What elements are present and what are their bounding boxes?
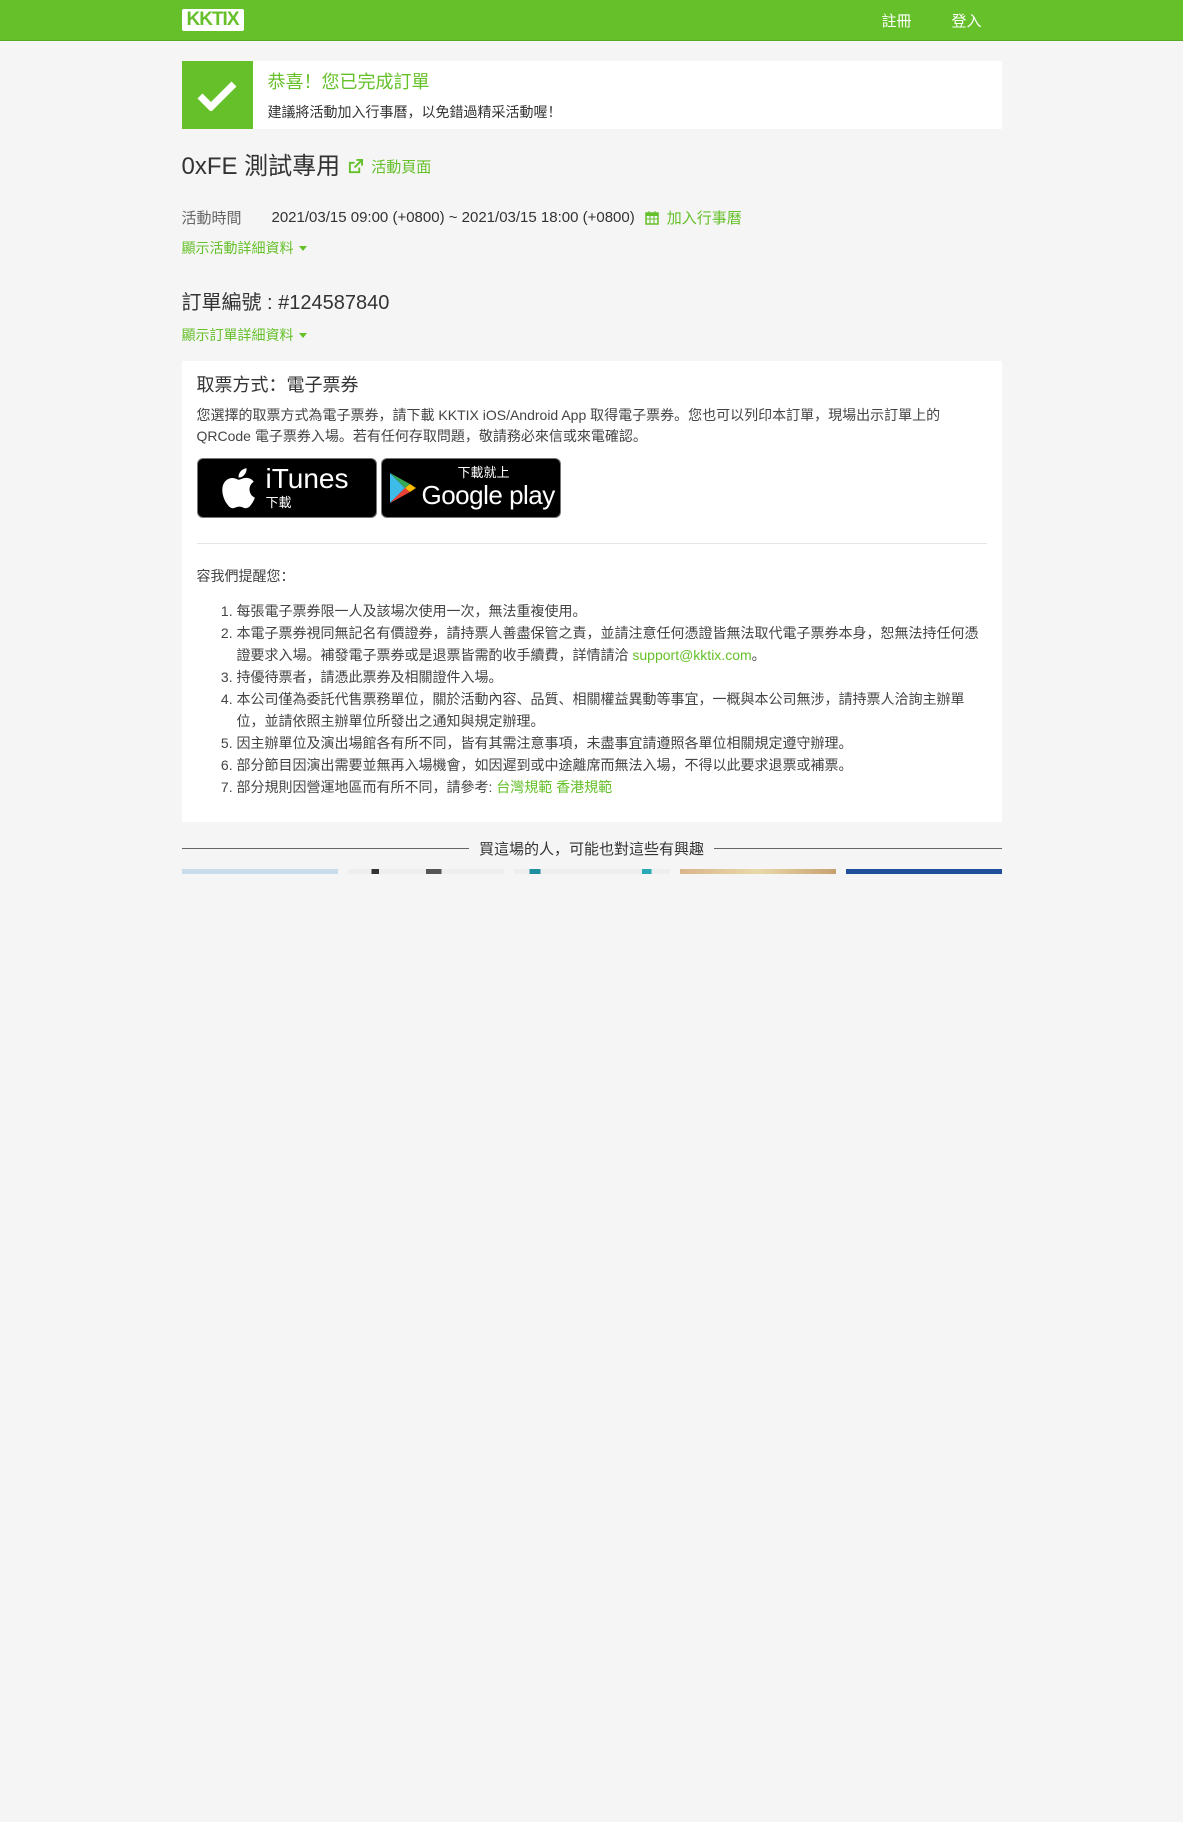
google-play-label: Google play [421,480,556,510]
event-details-toggle[interactable]: 顯示活動詳細資料 [182,238,307,258]
logo-text: KKTIX [181,9,244,31]
reminder-text: 本電子票券視同無記名有價證券，請持票人善盡保管之責，並請注意任何憑證皆無法取代電… [236,625,979,663]
check-icon [181,61,253,129]
recommend-thumbnails [181,869,1002,874]
hk-rules-link[interactable]: 香港規範 [556,779,612,795]
event-page-link-label: 活動頁面 [371,159,432,176]
apple-icon [221,468,255,509]
ticket-description: 您選擇的取票方式為電子票券，請下載 KKTIX iOS/Android App … [196,407,941,444]
kktix-logo[interactable]: KKTIX [181,9,244,31]
reminder-list: 每張電子票券限一人及該場次使用一次，無法重複使用。 本電子票券視同無記名有價證券… [197,600,987,798]
event-title: 0xFE 測試專用 [181,153,341,180]
event-time-row: 活動時間 2021/03/15 09:00 (+0800) ~ 2021/03/… [182,207,1002,228]
reminder-item: 每張電子票券限一人及該場次使用一次，無法重複使用。 [237,600,987,622]
event-thumbnail[interactable] [181,869,338,874]
event-thumbnail[interactable] [845,869,1002,874]
reminder-text: 部分規則因營運地區而有所不同，請參考: [236,779,493,795]
nav-links: 註冊 登入 [881,0,981,40]
reminder-item: 本公司僅為委託代售票務單位，關於活動內容、品質、相關權益異動等事宜，一概與本公司… [237,688,987,732]
recommend-title: 買這場的人，可能也對這些有興趣 [479,841,705,858]
itunes-download-button[interactable]: iTunes 下載 [196,458,377,518]
reminder-item: 因主辦單位及演出場館各有所不同，皆有其需注意事項，未盡事宜請遵照各單位相關規定遵… [237,732,987,754]
event-thumbnail[interactable] [347,869,504,874]
event-time-label: 活動時間 [181,210,242,227]
taiwan-rules-link[interactable]: 台灣規範 [496,779,552,795]
event-header: 0xFE 測試專用 活動頁面 [182,146,1002,181]
reminder-item: 部分節目因演出需要並無再入場機會，如因遲到或中途離席而無法入場，不得以此要求退票… [237,754,987,776]
event-page-link[interactable]: 活動頁面 [348,156,431,177]
success-subtitle: 建議將活動加入行事曆，以免錯過精采活動喔！ [267,104,562,120]
reminder-item: 本電子票券視同無記名有價證券，請持票人善盡保管之責，並請注意任何憑證皆無法取代電… [237,622,987,666]
order-number: 訂單編號 : #124587840 [181,292,390,314]
main-content: 恭喜！您已完成訂單 建議將活動加入行事曆，以免錯過精采活動喔！ 0xFE 測試專… [181,41,1002,874]
add-to-calendar-link[interactable]: 加入行事曆 [644,207,742,228]
google-play-download-button[interactable]: 下載就上 Google play [380,458,561,518]
itunes-label: iTunes [265,462,349,494]
register-link[interactable]: 註冊 [881,10,911,31]
reminder-item: 部分規則因營運地區而有所不同，請參考: 台灣規範 香港規範 [237,776,987,798]
divider-line [714,848,1002,849]
recommend-header: 買這場的人，可能也對這些有興趣 [181,838,1002,859]
reminder-suffix: 。 [751,647,766,663]
divider-line [181,848,469,849]
divider [196,543,987,544]
success-title: 恭喜！您已完成訂單 [267,72,430,92]
support-email-link[interactable]: support@kktix.com [632,647,751,663]
top-navbar: KKTIX 註冊 登入 [0,0,1183,41]
order-details-toggle-label: 顯示訂單詳細資料 [181,327,294,343]
google-play-icon [389,473,416,503]
google-play-sublabel: 下載就上 [457,465,510,480]
itunes-sublabel: 下載 [265,494,292,510]
order-details-toggle[interactable]: 顯示訂單詳細資料 [182,325,307,345]
caret-down-icon [298,245,307,251]
caret-down-icon [298,332,307,338]
add-to-calendar-label: 加入行事曆 [666,210,742,227]
calendar-icon [644,211,659,225]
ticket-info-panel: 取票方式：電子票券 您選擇的取票方式為電子票券，請下載 KKTIX iOS/An… [181,361,1002,822]
event-thumbnail[interactable] [679,869,836,874]
ticket-method: 取票方式：電子票券 [196,375,359,395]
event-time-value: 2021/03/15 09:00 (+0800) ~ 2021/03/15 18… [271,209,635,226]
event-thumbnail[interactable] [513,869,670,874]
external-link-icon [349,159,364,174]
success-banner: 恭喜！您已完成訂單 建議將活動加入行事曆，以免錯過精采活動喔！ [181,61,1002,129]
login-link[interactable]: 登入 [951,10,981,31]
app-store-buttons: iTunes 下載 下載就上 Google play [196,458,987,518]
event-details-toggle-label: 顯示活動詳細資料 [181,240,294,256]
reminder-title: 容我們提醒您： [196,568,295,584]
reminder-item: 持優待票者，請憑此票券及相關證件入場。 [237,666,987,688]
